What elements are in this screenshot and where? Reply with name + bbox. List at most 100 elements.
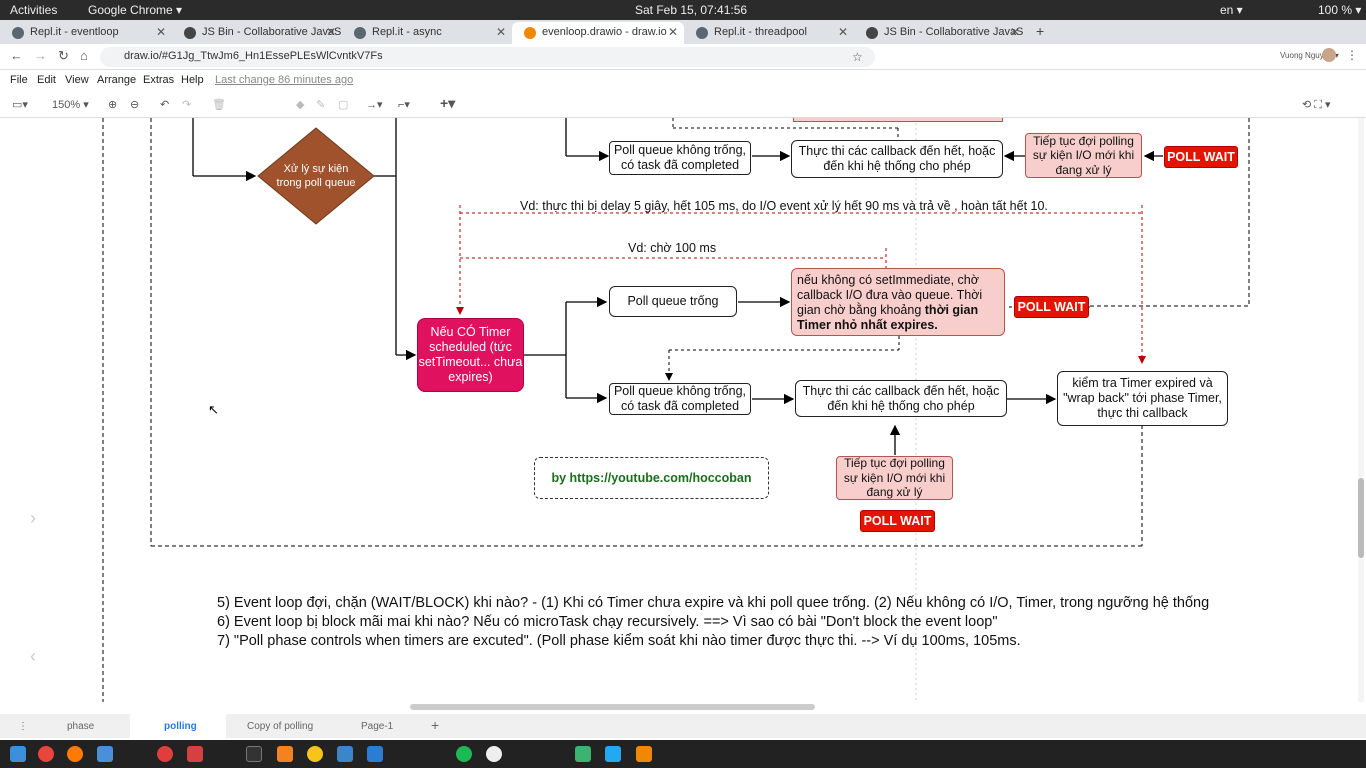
format-panel-icon[interactable]: ▭▾ xyxy=(12,98,28,111)
credit-box[interactable]: by https://youtube.com/hoccoban xyxy=(534,457,769,499)
menu-view[interactable]: View xyxy=(65,74,89,86)
page-tab-page-1[interactable]: Page-1 xyxy=(361,721,393,732)
diagram-toolbar: ▭▾ 150% ▾ ⊕ ⊖ ↶ ↷ 🗑 ◆ ✎ ▢ →▾ ⌐▾ +▾ ⟲ ⛶ ▾ xyxy=(0,92,1366,118)
shield-icon[interactable] xyxy=(575,746,591,762)
timer-scheduled-box[interactable]: Nếu CÓ Timer scheduled (tức setTimeout..… xyxy=(417,318,524,392)
continue-polling-box[interactable]: Tiếp tục đợi polling sự kiện I/O mới khi… xyxy=(1025,133,1142,178)
poll-queue-diamond[interactable]: Xử lý sự kiện trong poll queue xyxy=(257,127,375,225)
vertical-scroll-thumb[interactable] xyxy=(1358,478,1364,558)
show-apps-icon[interactable] xyxy=(10,746,26,762)
close-icon[interactable]: ✕ xyxy=(496,25,506,39)
menu-extras[interactable]: Extras xyxy=(143,74,174,86)
firefox-icon[interactable] xyxy=(67,746,83,762)
zoom-in-icon[interactable]: ⊕ xyxy=(108,98,117,111)
note-6[interactable]: 6) Event loop bị block mãi mai khi nào? … xyxy=(217,614,997,630)
page-tab-polling[interactable]: polling xyxy=(130,714,226,738)
menu-edit[interactable]: Edit xyxy=(37,74,56,86)
delete-icon[interactable]: 🗑 xyxy=(212,98,226,111)
poll-wait-badge[interactable]: POLL WAIT xyxy=(1164,146,1238,168)
poll-wait-badge-bottom[interactable]: POLL WAIT xyxy=(860,510,935,532)
poll-queue-not-empty-box-2[interactable]: Poll queue không trống, có task đã compl… xyxy=(609,383,751,415)
note-7[interactable]: 7) "Poll phase controls when timers are … xyxy=(217,633,1021,649)
undo-icon[interactable]: ↶ xyxy=(160,98,169,111)
back-icon[interactable]: ← xyxy=(10,48,23,63)
tab-label: Repl.it - async xyxy=(372,26,442,38)
close-icon[interactable]: ✕ xyxy=(326,25,336,39)
browser-tab[interactable]: Repl.it - eventloop ✕ xyxy=(0,22,172,44)
url-input[interactable]: draw.io/#G1Jg_TtwJm6_Hn1EssePLEsWlCvntkV… xyxy=(100,47,875,67)
shadow-icon[interactable]: ▢ xyxy=(338,98,348,111)
menu-help[interactable]: Help xyxy=(181,74,204,86)
language-indicator[interactable]: en ▾ xyxy=(1220,3,1243,17)
app-menu[interactable]: Google Chrome ▾ xyxy=(88,3,182,17)
reload-icon[interactable]: ↻ xyxy=(58,48,69,64)
menu-file[interactable]: File xyxy=(10,74,28,86)
page-tab-copy-of-polling[interactable]: Copy of polling xyxy=(247,721,313,732)
close-icon[interactable]: ✕ xyxy=(668,25,678,39)
browser-tab-active[interactable]: evenloop.drawio - draw.io ✕ xyxy=(512,22,684,44)
waypoints-icon[interactable]: ⌐▾ xyxy=(398,98,410,111)
no-setimmediate-box[interactable]: nếu không có setImmediate, chờ callback … xyxy=(791,268,1005,336)
browser-tab[interactable]: JS Bin - Collaborative JavaS ✕ xyxy=(854,22,1026,44)
poll-wait-badge-mid[interactable]: POLL WAIT xyxy=(1014,296,1089,318)
zoom-out-icon[interactable]: ⊖ xyxy=(130,98,139,111)
jsbin-icon xyxy=(866,27,878,39)
vscode-icon[interactable] xyxy=(605,746,621,762)
chevron-right-icon[interactable]: › xyxy=(30,508,36,529)
connection-icon[interactable]: →▾ xyxy=(366,98,383,111)
insert-icon[interactable]: +▾ xyxy=(440,95,455,112)
terminal-icon[interactable] xyxy=(246,746,262,762)
sublime-icon[interactable] xyxy=(277,746,293,762)
poll-queue-not-empty-box[interactable]: Poll queue không trống, có task đã compl… xyxy=(609,141,751,175)
redo-icon[interactable]: ↷ xyxy=(182,98,191,111)
menu-arrange[interactable]: Arrange xyxy=(97,74,136,86)
app-icon[interactable] xyxy=(307,746,323,762)
music-icon[interactable] xyxy=(157,746,173,762)
collapse-icon[interactable]: ⟲ ⛶ ▾ xyxy=(1302,98,1331,112)
page-tab-phase[interactable]: phase xyxy=(67,721,94,732)
activities-button[interactable]: Activities xyxy=(10,3,57,17)
obs-icon[interactable] xyxy=(486,746,502,762)
browser-menu-icon[interactable]: ⋮ xyxy=(1346,48,1358,62)
battery-indicator[interactable]: 100 % ▾ xyxy=(1318,3,1361,17)
drawio-taskbar-icon[interactable] xyxy=(636,746,652,762)
add-page-button[interactable]: + xyxy=(431,717,439,733)
exec-callbacks-box[interactable]: Thực thi các callback đến hết, hoặc đến … xyxy=(791,140,1003,178)
close-icon[interactable]: ✕ xyxy=(838,25,848,39)
thunderbird-icon[interactable] xyxy=(97,746,113,762)
vertical-scrollbar[interactable] xyxy=(1358,118,1364,702)
close-icon[interactable]: ✕ xyxy=(1010,25,1020,39)
clock[interactable]: Sat Feb 15, 07:41:56 xyxy=(635,3,747,17)
check-timer-box[interactable]: kiểm tra Timer expired và "wrap back" tớ… xyxy=(1057,371,1228,426)
line-color-icon[interactable]: ✎ xyxy=(316,98,325,111)
files-icon[interactable] xyxy=(337,746,353,762)
writer-icon[interactable] xyxy=(367,746,383,762)
fill-color-icon[interactable]: ◆ xyxy=(296,98,304,111)
wait-example-label[interactable]: Vd: chờ 100 ms xyxy=(628,241,716,255)
browser-tab[interactable]: Repl.it - threadpool ✕ xyxy=(684,22,854,44)
close-icon[interactable]: ✕ xyxy=(156,25,166,39)
continue-polling-box-2[interactable]: Tiếp tục đợi polling sự kiện I/O mới khi… xyxy=(836,456,953,500)
tab-label: JS Bin - Collaborative JavaS xyxy=(884,26,1024,38)
note-5[interactable]: 5) Event loop đợi, chặn (WAIT/BLOCK) khi… xyxy=(217,595,1209,611)
chevron-left-icon[interactable]: ‹ xyxy=(30,646,36,667)
home-icon[interactable]: ⌂ xyxy=(80,48,88,63)
pages-menu-icon[interactable]: ⋮ xyxy=(18,721,28,732)
chrome-icon[interactable] xyxy=(38,746,54,762)
store-icon[interactable] xyxy=(187,746,203,762)
browser-tab[interactable]: JS Bin - Collaborative JavaS ✕ xyxy=(172,22,342,44)
bookmark-star-icon[interactable]: ☆ xyxy=(852,50,863,64)
last-change-link[interactable]: Last change 86 minutes ago xyxy=(215,74,353,86)
browser-tab[interactable]: Repl.it - async ✕ xyxy=(342,22,512,44)
spotify-icon[interactable] xyxy=(456,746,472,762)
new-tab-button[interactable]: + xyxy=(1036,23,1044,39)
zoom-select[interactable]: 150% ▾ xyxy=(52,98,89,111)
exec-callbacks-box-2[interactable]: Thực thi các callback đến hết, hoặc đến … xyxy=(795,380,1007,417)
horizontal-scroll-thumb[interactable] xyxy=(410,704,815,710)
delay-example-label[interactable]: Vd: thực thi bị delay 5 giây, hết 105 ms… xyxy=(520,199,1048,213)
poll-queue-empty-box[interactable]: Poll queue trống xyxy=(609,286,737,317)
avatar[interactable] xyxy=(1322,48,1336,62)
forward-icon[interactable]: → xyxy=(34,48,47,63)
address-bar-row: ← → ↻ ⌂ draw.io/#G1Jg_TtwJm6_Hn1EssePLEs… xyxy=(0,44,1366,70)
diagram-canvas[interactable]: Xử lý sự kiện trong poll queue Poll queu… xyxy=(0,118,1356,702)
